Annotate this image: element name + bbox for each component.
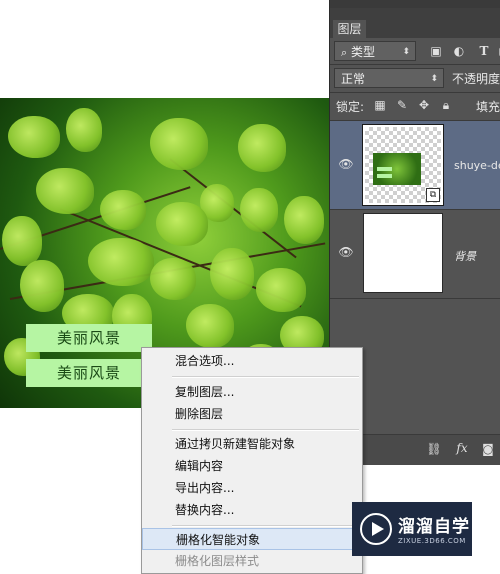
leaf xyxy=(36,168,94,214)
leaf xyxy=(8,116,60,158)
layer-name[interactable]: shuye-de xyxy=(454,159,500,172)
leaf xyxy=(210,248,254,300)
blend-mode-value: 正常 xyxy=(341,72,366,86)
menu-item-delete-layer[interactable]: 删除图层 xyxy=(142,403,362,425)
leaf xyxy=(88,238,154,286)
leaf xyxy=(240,188,278,232)
opacity-label: 不透明度 xyxy=(452,72,500,86)
layer-name[interactable]: 背景 xyxy=(454,248,476,264)
adjustment-filter-icon[interactable]: ◐ xyxy=(451,43,467,59)
eye-icon[interactable]: 👁︎ xyxy=(338,245,354,261)
lock-paint-icon[interactable]: ✎ xyxy=(394,97,410,113)
leaf xyxy=(150,258,196,300)
eye-icon[interactable]: 👁︎ xyxy=(338,157,354,173)
tab-layers[interactable]: 图层 xyxy=(333,20,366,38)
image-filter-icon[interactable]: ▣ xyxy=(428,43,444,59)
blend-mode-dropdown[interactable]: 正常 ⬍ xyxy=(334,68,444,88)
menu-item-edit-contents[interactable]: 编辑内容 xyxy=(142,455,362,477)
search-icon: ⌕ xyxy=(341,46,348,59)
leaf xyxy=(20,260,64,312)
lock-all-icon[interactable]: 🔒︎ xyxy=(438,97,454,113)
lock-move-icon[interactable]: ✥ xyxy=(416,97,432,113)
leaf xyxy=(284,196,324,244)
watermark: 溜溜自学 ZIXUE.3D66.COM xyxy=(352,502,472,556)
layer-filter-dropdown[interactable]: ⌕ 类型 ⬍ xyxy=(334,41,416,61)
dropdown-arrow-icon: ⬍ xyxy=(430,74,438,84)
canvas-text-layer[interactable]: 美丽风景 xyxy=(26,324,152,352)
layer-row-background[interactable]: 👁︎ 背景 xyxy=(330,210,500,298)
canvas-text-layer[interactable]: 美丽风景 xyxy=(26,359,152,387)
lock-label: 锁定: xyxy=(336,100,365,114)
leaf xyxy=(256,268,306,312)
thumbnail-text-mark xyxy=(377,174,392,178)
layer-thumbnail xyxy=(363,213,443,293)
leaf xyxy=(150,118,208,170)
menu-item-rasterize-smart-object[interactable]: 栅格化智能对象 xyxy=(142,528,362,550)
leaf xyxy=(100,190,146,230)
panel-header-bar xyxy=(330,0,500,8)
leaf xyxy=(66,108,102,152)
leaf xyxy=(156,202,208,246)
play-logo-icon xyxy=(360,513,392,545)
link-icon[interactable]: ⛓︎ xyxy=(426,441,442,457)
menu-separator xyxy=(172,525,359,527)
menu-item-blending-options[interactable]: 混合选项... xyxy=(142,350,362,372)
menu-item-replace-contents[interactable]: 替换内容... xyxy=(142,499,362,521)
context-menu: 混合选项... 复制图层... 删除图层 通过拷贝新建智能对象 编辑内容 导出内… xyxy=(141,347,363,574)
menu-item-export-contents[interactable]: 导出内容... xyxy=(142,477,362,499)
layer-row-smart-object[interactable]: 👁︎ ⧉ shuye-de xyxy=(330,121,500,209)
thumbnail-text-mark xyxy=(377,167,392,171)
mask-icon[interactable]: ◙ xyxy=(480,441,496,457)
menu-separator xyxy=(172,429,359,431)
type-filter-icon[interactable]: T xyxy=(476,43,492,59)
divider xyxy=(330,298,500,299)
dropdown-arrow-icon: ⬍ xyxy=(402,47,410,57)
fx-icon[interactable]: fx xyxy=(454,440,470,456)
menu-item-new-smart-object-via-copy[interactable]: 通过拷贝新建智能对象 xyxy=(142,433,362,455)
menu-item-duplicate-layer[interactable]: 复制图层... xyxy=(142,381,362,403)
shape-filter-icon[interactable]: ▢ xyxy=(496,43,500,59)
leaf xyxy=(238,124,286,172)
watermark-title: 溜溜自学 xyxy=(398,517,470,537)
smart-object-icon: ⧉ xyxy=(426,188,440,202)
thumbnail-image xyxy=(373,153,421,185)
fill-label: 填充 xyxy=(476,100,500,114)
filter-type-label: 类型 xyxy=(351,45,376,59)
divider xyxy=(330,64,500,65)
leaf xyxy=(2,216,42,266)
layer-thumbnail: ⧉ xyxy=(362,124,444,206)
divider xyxy=(330,92,500,93)
lock-transparent-icon[interactable]: ▦ xyxy=(372,97,388,113)
menu-item-rasterize-layer-style: 栅格化图层样式 xyxy=(175,554,260,568)
watermark-subtitle: ZIXUE.3D66.COM xyxy=(398,537,466,545)
leaf xyxy=(186,304,234,348)
menu-separator xyxy=(172,376,359,378)
